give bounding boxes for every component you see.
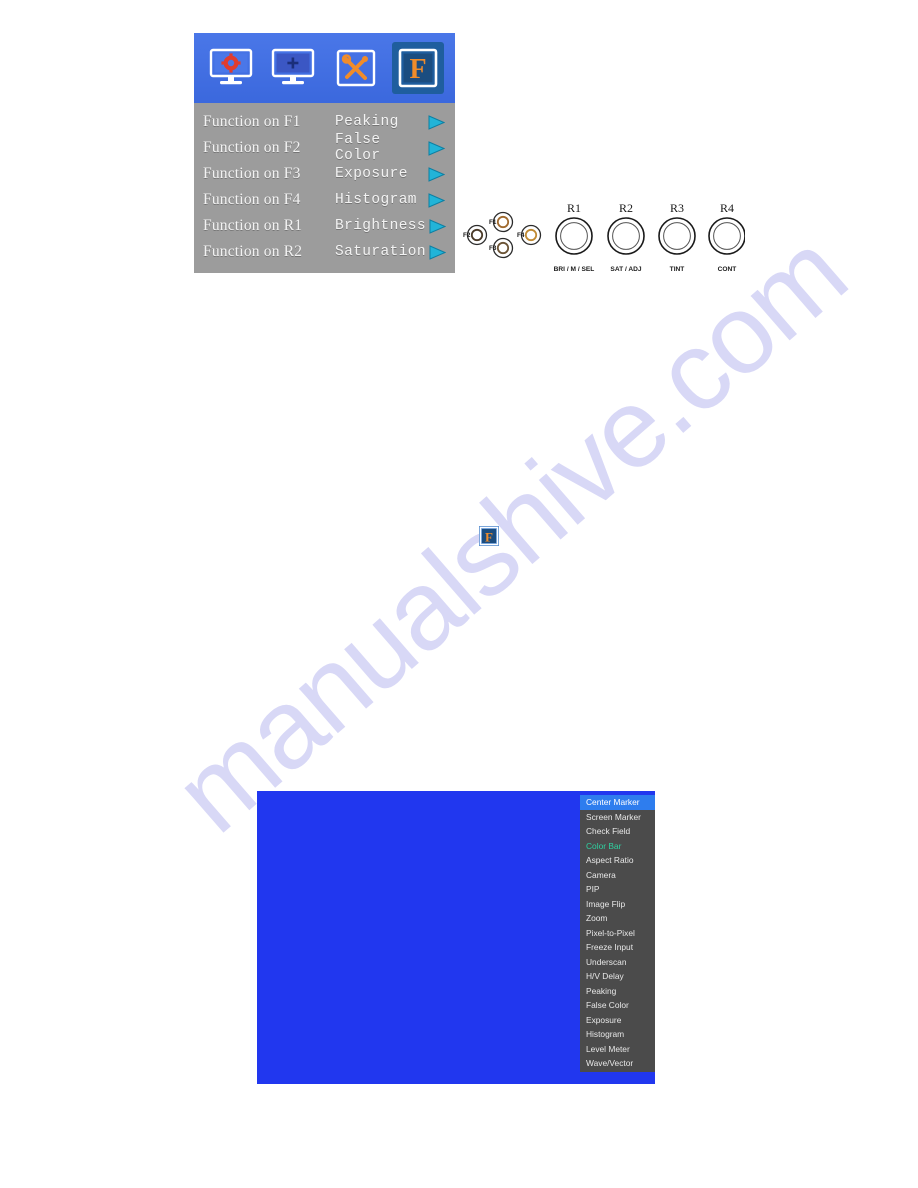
osd-row-value: Histogram [335, 192, 417, 208]
svg-text:F2: F2 [463, 232, 471, 239]
screen-menu-item[interactable]: Image Flip [580, 897, 655, 912]
panel-knob-r1: R1 BRI / M / SEL [554, 201, 595, 273]
screen-menu-item[interactable]: PIP [580, 882, 655, 897]
screen-menu-item[interactable]: Color Bar [580, 839, 655, 854]
osd-row-f2[interactable]: Function on F2 False Color [194, 132, 455, 164]
monitor-screen-preview: Center Marker Screen Marker Check Field … [257, 791, 655, 1084]
screen-menu-item[interactable]: Level Meter [580, 1042, 655, 1057]
screen-menu-item[interactable]: Camera [580, 868, 655, 883]
panel-button-f4: F4 [517, 224, 542, 246]
screen-menu-item[interactable]: Check Field [580, 824, 655, 839]
right-triangle-icon[interactable] [426, 244, 447, 260]
osd-row-label: Function on F3 [203, 165, 301, 182]
inline-letter-f-icon: F [479, 526, 499, 546]
panel-knob-r4: R4 CONT [708, 201, 746, 273]
svg-text:R3: R3 [670, 201, 684, 215]
osd-row-value: Brightness [335, 218, 427, 234]
svg-text:F1: F1 [489, 219, 497, 226]
screen-function-menu: Center Marker Screen Marker Check Field … [580, 795, 655, 1072]
osd-tab-function[interactable]: F [391, 42, 444, 94]
monitor-crosshair-icon [270, 48, 316, 88]
wrench-screwdriver-icon [334, 48, 378, 88]
panel-button-f1: F1 [489, 211, 514, 233]
screen-menu-item[interactable]: Wave/Vector [580, 1056, 655, 1071]
right-triangle-icon[interactable] [426, 218, 447, 234]
screen-menu-item[interactable]: Underscan [580, 955, 655, 970]
osd-row-label: Function on F2 [203, 139, 301, 156]
svg-text:F3: F3 [489, 245, 497, 252]
svg-text:R4: R4 [720, 201, 734, 215]
svg-text:SAT / ADJ: SAT / ADJ [610, 266, 641, 273]
screen-menu-item[interactable]: Screen Marker [580, 810, 655, 825]
svg-text:F: F [485, 530, 493, 545]
osd-tab-system-tools[interactable] [330, 42, 382, 94]
svg-text:CONT: CONT [718, 266, 737, 273]
screen-menu-item[interactable]: H/V Delay [580, 969, 655, 984]
svg-text:R2: R2 [619, 201, 633, 215]
osd-row-f4[interactable]: Function on F4 Histogram [194, 187, 455, 213]
panel-button-f2: F2 [463, 224, 488, 246]
panel-button-f3: F3 [489, 237, 514, 259]
osd-tab-marker[interactable] [267, 42, 319, 94]
osd-row-f3[interactable]: Function on F3 Exposure [194, 161, 455, 187]
panel-knob-r2: R2 SAT / ADJ [607, 201, 645, 273]
svg-text:F4: F4 [517, 232, 525, 239]
osd-tab-bar: F [194, 33, 455, 103]
watermark-text: manualshive.com [151, 209, 869, 856]
osd-row-value: Peaking [335, 114, 399, 130]
screen-menu-item[interactable]: Exposure [580, 1013, 655, 1028]
screen-menu-item[interactable]: Peaking [580, 984, 655, 999]
osd-row-value: Exposure [335, 166, 408, 182]
screen-menu-item[interactable]: Histogram [580, 1027, 655, 1042]
screen-menu-item[interactable]: Aspect Ratio [580, 853, 655, 868]
screen-menu-item[interactable]: False Color [580, 998, 655, 1013]
osd-row-label: Function on R1 [203, 217, 303, 234]
osd-row-r1[interactable]: Function on R1 Brightness [194, 213, 455, 239]
osd-tab-picture-settings[interactable] [205, 42, 257, 94]
monitor-gear-icon [208, 48, 254, 88]
osd-row-value: False Color [335, 132, 381, 164]
panel-knob-r3: R3 TINT [658, 201, 696, 273]
svg-text:TINT: TINT [670, 266, 685, 273]
osd-row-label: Function on F1 [203, 113, 301, 130]
osd-row-r2[interactable]: Function on R2 Saturation [194, 239, 455, 265]
osd-function-menu: F Function on F1 Peaking Function on F2 … [194, 33, 455, 273]
letter-f-icon: F [397, 48, 439, 88]
right-triangle-icon[interactable] [425, 140, 445, 156]
right-triangle-icon[interactable] [425, 114, 445, 130]
svg-text:R1: R1 [567, 201, 581, 215]
screen-menu-item[interactable]: Pixel-to-Pixel [580, 926, 655, 941]
osd-row-value: Saturation [335, 244, 427, 260]
screen-menu-item[interactable]: Center Marker [580, 795, 655, 810]
svg-text:F: F [409, 54, 426, 85]
right-triangle-icon[interactable] [425, 192, 445, 208]
right-triangle-icon[interactable] [425, 166, 445, 182]
osd-row-label: Function on F4 [203, 191, 301, 208]
screen-menu-item[interactable]: Freeze Input [580, 940, 655, 955]
osd-row-label: Function on R2 [203, 243, 303, 260]
front-panel-diagram: F2 F1 F3 F4 R1 BRI / M / SEL R2 SAT / AD… [455, 195, 746, 277]
osd-row-list: Function on F1 Peaking Function on F2 Fa… [194, 103, 455, 273]
svg-text:BRI / M / SEL: BRI / M / SEL [554, 266, 595, 273]
screen-menu-item[interactable]: Zoom [580, 911, 655, 926]
